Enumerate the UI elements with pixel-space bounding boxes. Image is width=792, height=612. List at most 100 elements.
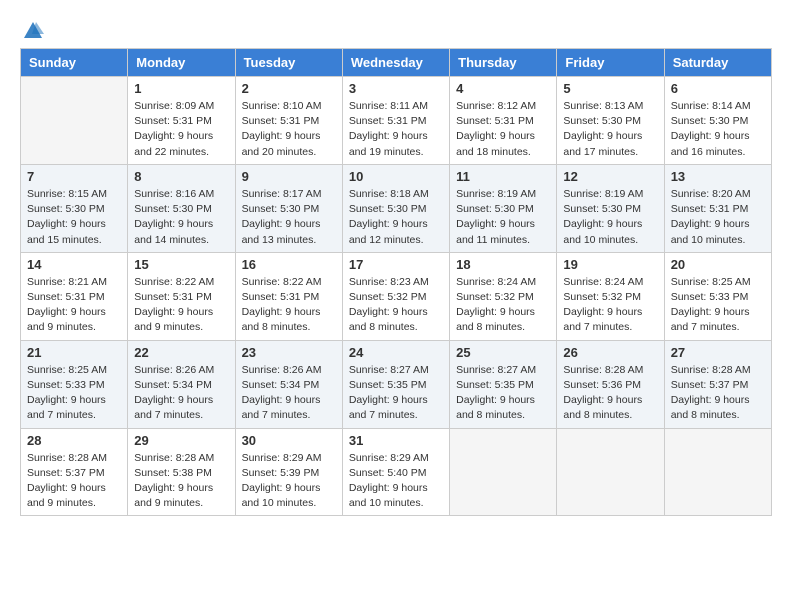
- day-info: Sunrise: 8:09 AMSunset: 5:31 PMDaylight:…: [134, 99, 228, 160]
- calendar-cell: 3Sunrise: 8:11 AMSunset: 5:31 PMDaylight…: [342, 77, 449, 165]
- calendar-cell: 12 Sunrise: 8:19 AMSunset: 5:30 PMDayligh…: [557, 164, 664, 252]
- day-number: 18: [456, 257, 550, 272]
- calendar-cell: 15 Sunrise: 8:22 AMSunset: 5:31 PMDayligh…: [128, 252, 235, 340]
- calendar-cell: 29 Sunrise: 8:28 AMSunset: 5:38 PMDayligh…: [128, 428, 235, 516]
- day-info: Sunrise: 8:23 AMSunset: 5:32 PMDaylight:…: [349, 275, 443, 336]
- calendar-cell: 4Sunrise: 8:12 AMSunset: 5:31 PMDaylight…: [450, 77, 557, 165]
- day-info: Sunrise: 8:15 AMSunset: 5:30 PMDaylight:…: [27, 187, 121, 248]
- calendar-header-row: SundayMondayTuesdayWednesdayThursdayFrid…: [21, 49, 772, 77]
- calendar-cell: 9Sunrise: 8:17 AMSunset: 5:30 PMDaylight…: [235, 164, 342, 252]
- day-info: Sunrise: 8:12 AMSunset: 5:31 PMDaylight:…: [456, 99, 550, 160]
- day-number: 24: [349, 345, 443, 360]
- col-header-thursday: Thursday: [450, 49, 557, 77]
- day-number: 1: [134, 81, 228, 96]
- day-info: Sunrise: 8:28 AMSunset: 5:37 PMDaylight:…: [671, 363, 765, 424]
- calendar-cell: 2Sunrise: 8:10 AMSunset: 5:31 PMDaylight…: [235, 77, 342, 165]
- calendar-cell: [557, 428, 664, 516]
- calendar-cell: 10 Sunrise: 8:18 AMSunset: 5:30 PMDayligh…: [342, 164, 449, 252]
- day-info: Sunrise: 8:27 AMSunset: 5:35 PMDaylight:…: [349, 363, 443, 424]
- calendar-cell: 17 Sunrise: 8:23 AMSunset: 5:32 PMDayligh…: [342, 252, 449, 340]
- day-info: Sunrise: 8:28 AMSunset: 5:38 PMDaylight:…: [134, 451, 228, 512]
- day-number: 7: [27, 169, 121, 184]
- logo: [20, 20, 44, 38]
- day-info: Sunrise: 8:29 AMSunset: 5:40 PMDaylight:…: [349, 451, 443, 512]
- day-number: 15: [134, 257, 228, 272]
- calendar-cell: 24 Sunrise: 8:27 AMSunset: 5:35 PMDayligh…: [342, 340, 449, 428]
- day-info: Sunrise: 8:19 AMSunset: 5:30 PMDaylight:…: [563, 187, 657, 248]
- day-number: 2: [242, 81, 336, 96]
- day-info: Sunrise: 8:29 AMSunset: 5:39 PMDaylight:…: [242, 451, 336, 512]
- day-number: 16: [242, 257, 336, 272]
- day-number: 17: [349, 257, 443, 272]
- day-number: 30: [242, 433, 336, 448]
- col-header-tuesday: Tuesday: [235, 49, 342, 77]
- calendar-week-2: 7 Sunrise: 8:15 AMSunset: 5:30 PMDaylight…: [21, 164, 772, 252]
- calendar-cell: 21 Sunrise: 8:25 AMSunset: 5:33 PMDayligh…: [21, 340, 128, 428]
- calendar-table: SundayMondayTuesdayWednesdayThursdayFrid…: [20, 48, 772, 516]
- day-info: Sunrise: 8:16 AMSunset: 5:30 PMDaylight:…: [134, 187, 228, 248]
- day-number: 21: [27, 345, 121, 360]
- calendar-cell: 20Sunrise: 8:25 AMSunset: 5:33 PMDayligh…: [664, 252, 771, 340]
- day-number: 26: [563, 345, 657, 360]
- day-number: 13: [671, 169, 765, 184]
- calendar-cell: 5 Sunrise: 8:13 AMSunset: 5:30 PMDaylight…: [557, 77, 664, 165]
- calendar-cell: 23 Sunrise: 8:26 AMSunset: 5:34 PMDayligh…: [235, 340, 342, 428]
- calendar-cell: 26 Sunrise: 8:28 AMSunset: 5:36 PMDayligh…: [557, 340, 664, 428]
- day-number: 10: [349, 169, 443, 184]
- day-number: 23: [242, 345, 336, 360]
- calendar-cell: [21, 77, 128, 165]
- calendar-cell: 11 Sunrise: 8:19 AMSunset: 5:30 PMDayligh…: [450, 164, 557, 252]
- day-number: 3: [349, 81, 443, 96]
- col-header-monday: Monday: [128, 49, 235, 77]
- day-info: Sunrise: 8:21 AMSunset: 5:31 PMDaylight:…: [27, 275, 121, 336]
- calendar-cell: 8 Sunrise: 8:16 AMSunset: 5:30 PMDaylight…: [128, 164, 235, 252]
- calendar-cell: [450, 428, 557, 516]
- calendar-cell: 27 Sunrise: 8:28 AMSunset: 5:37 PMDayligh…: [664, 340, 771, 428]
- day-info: Sunrise: 8:26 AMSunset: 5:34 PMDaylight:…: [134, 363, 228, 424]
- calendar-cell: 19 Sunrise: 8:24 AMSunset: 5:32 PMDayligh…: [557, 252, 664, 340]
- calendar-cell: 28 Sunrise: 8:28 AMSunset: 5:37 PMDayligh…: [21, 428, 128, 516]
- calendar-week-5: 28 Sunrise: 8:28 AMSunset: 5:37 PMDayligh…: [21, 428, 772, 516]
- day-number: 27: [671, 345, 765, 360]
- logo-icon: [22, 20, 44, 42]
- day-number: 29: [134, 433, 228, 448]
- col-header-sunday: Sunday: [21, 49, 128, 77]
- day-info: Sunrise: 8:14 AMSunset: 5:30 PMDaylight:…: [671, 99, 765, 160]
- calendar-cell: [664, 428, 771, 516]
- day-number: 28: [27, 433, 121, 448]
- day-number: 14: [27, 257, 121, 272]
- calendar-cell: 22 Sunrise: 8:26 AMSunset: 5:34 PMDayligh…: [128, 340, 235, 428]
- day-number: 6: [671, 81, 765, 96]
- day-number: 22: [134, 345, 228, 360]
- day-info: Sunrise: 8:18 AMSunset: 5:30 PMDaylight:…: [349, 187, 443, 248]
- day-number: 11: [456, 169, 550, 184]
- calendar-cell: 6 Sunrise: 8:14 AMSunset: 5:30 PMDaylight…: [664, 77, 771, 165]
- calendar-week-4: 21 Sunrise: 8:25 AMSunset: 5:33 PMDayligh…: [21, 340, 772, 428]
- day-info: Sunrise: 8:13 AMSunset: 5:30 PMDaylight:…: [563, 99, 657, 160]
- day-number: 31: [349, 433, 443, 448]
- col-header-saturday: Saturday: [664, 49, 771, 77]
- day-info: Sunrise: 8:28 AMSunset: 5:36 PMDaylight:…: [563, 363, 657, 424]
- day-number: 25: [456, 345, 550, 360]
- col-header-friday: Friday: [557, 49, 664, 77]
- calendar-cell: 1 Sunrise: 8:09 AMSunset: 5:31 PMDaylight…: [128, 77, 235, 165]
- day-number: 9: [242, 169, 336, 184]
- day-number: 19: [563, 257, 657, 272]
- day-info: Sunrise: 8:19 AMSunset: 5:30 PMDaylight:…: [456, 187, 550, 248]
- calendar-week-3: 14 Sunrise: 8:21 AMSunset: 5:31 PMDayligh…: [21, 252, 772, 340]
- calendar-cell: 31 Sunrise: 8:29 AMSunset: 5:40 PMDayligh…: [342, 428, 449, 516]
- day-info: Sunrise: 8:27 AMSunset: 5:35 PMDaylight:…: [456, 363, 550, 424]
- day-number: 12: [563, 169, 657, 184]
- day-number: 20: [671, 257, 765, 272]
- day-info: Sunrise: 8:22 AMSunset: 5:31 PMDaylight:…: [134, 275, 228, 336]
- calendar-week-1: 1 Sunrise: 8:09 AMSunset: 5:31 PMDaylight…: [21, 77, 772, 165]
- day-info: Sunrise: 8:24 AMSunset: 5:32 PMDaylight:…: [563, 275, 657, 336]
- calendar-cell: 13Sunrise: 8:20 AMSunset: 5:31 PMDayligh…: [664, 164, 771, 252]
- day-info: Sunrise: 8:28 AMSunset: 5:37 PMDaylight:…: [27, 451, 121, 512]
- day-info: Sunrise: 8:26 AMSunset: 5:34 PMDaylight:…: [242, 363, 336, 424]
- day-info: Sunrise: 8:25 AMSunset: 5:33 PMDaylight:…: [27, 363, 121, 424]
- day-number: 8: [134, 169, 228, 184]
- day-number: 5: [563, 81, 657, 96]
- day-info: Sunrise: 8:24 AMSunset: 5:32 PMDaylight:…: [456, 275, 550, 336]
- col-header-wednesday: Wednesday: [342, 49, 449, 77]
